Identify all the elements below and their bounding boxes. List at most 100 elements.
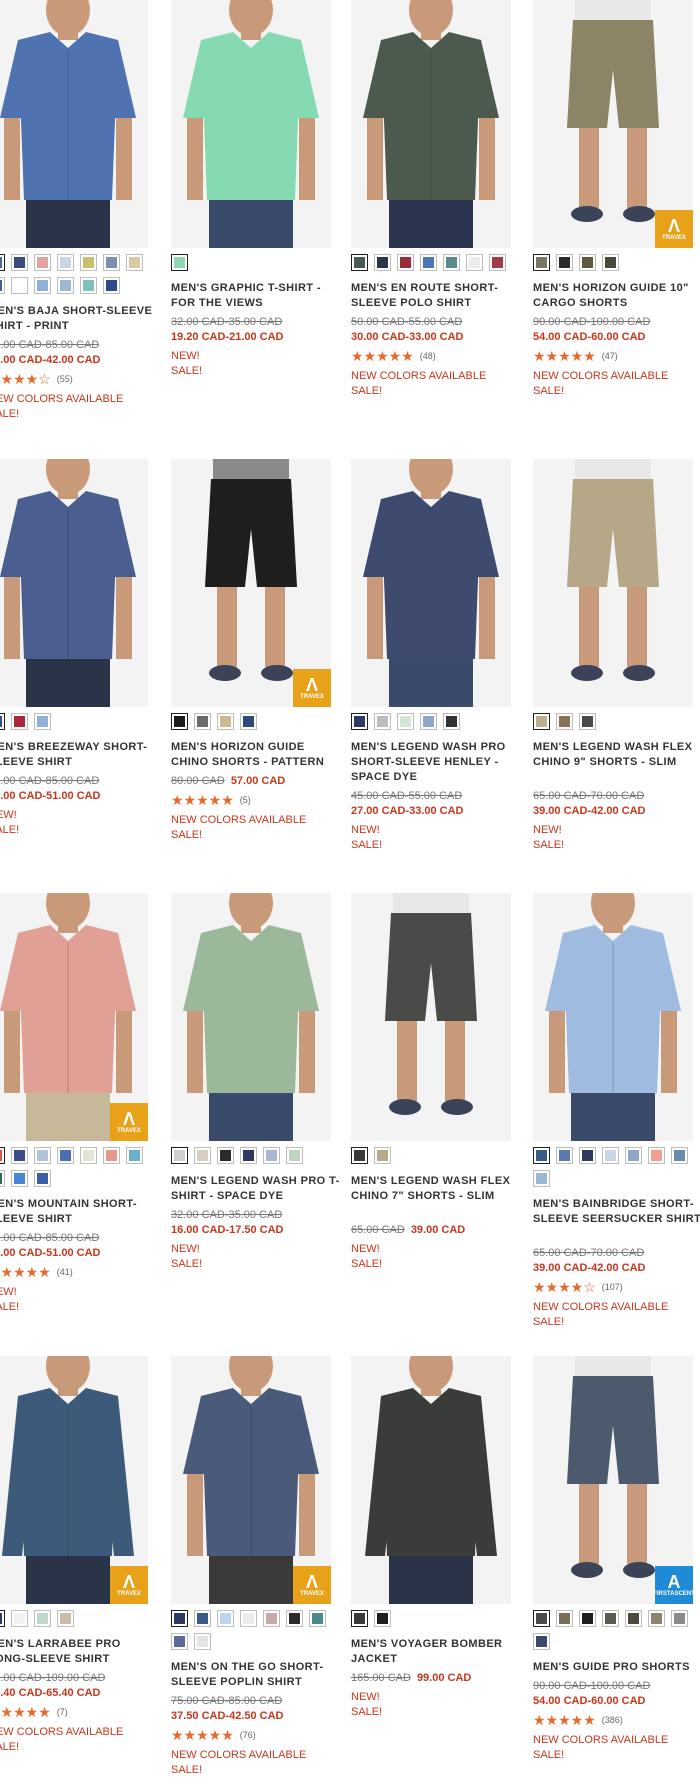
product-title[interactable]: MEN'S GRAPHIC T-SHIRT - FOR THE VIEWS — [171, 281, 343, 311]
color-swatch[interactable] — [556, 1147, 573, 1164]
product-rating[interactable]: ★★★★★ (5) — [171, 793, 251, 807]
color-swatch[interactable] — [34, 254, 51, 271]
product-title[interactable]: MEN'S VOYAGER BOMBER JACKET — [351, 1637, 523, 1667]
color-swatch[interactable] — [263, 1610, 280, 1627]
color-swatch[interactable] — [533, 1147, 550, 1164]
product-title[interactable]: MEN'S HORIZON GUIDE 10" CARGO SHORTS — [533, 281, 700, 311]
color-swatch[interactable] — [171, 713, 188, 730]
color-swatch[interactable] — [579, 713, 596, 730]
color-swatch[interactable] — [602, 254, 619, 271]
product-title[interactable]: MEN'S HORIZON GUIDE CHINO SHORTS - PATTE… — [171, 740, 343, 770]
color-swatch[interactable] — [194, 1633, 211, 1650]
product-title[interactable]: MEN'S LEGEND WASH FLEX CHINO 7" SHORTS -… — [351, 1174, 523, 1204]
product-image[interactable] — [351, 459, 511, 707]
product-rating[interactable]: ★★★★★ (386) — [533, 1713, 623, 1727]
color-swatch[interactable] — [11, 277, 28, 294]
product-image[interactable] — [351, 893, 511, 1141]
color-swatch[interactable] — [648, 1147, 665, 1164]
color-swatch[interactable] — [171, 1147, 188, 1164]
color-swatch[interactable] — [57, 1147, 74, 1164]
color-swatch[interactable] — [602, 1610, 619, 1627]
color-swatch[interactable] — [443, 254, 460, 271]
color-swatch[interactable] — [351, 254, 368, 271]
color-swatch[interactable] — [0, 1147, 5, 1164]
color-swatch[interactable] — [57, 1610, 74, 1627]
color-swatch[interactable] — [217, 713, 234, 730]
color-swatch[interactable] — [80, 1147, 97, 1164]
color-swatch[interactable] — [171, 1610, 188, 1627]
product-rating[interactable]: ★★★★☆ (55) — [0, 372, 73, 386]
color-swatch[interactable] — [0, 1170, 5, 1187]
color-swatch[interactable] — [397, 254, 414, 271]
color-swatch[interactable] — [648, 1610, 665, 1627]
product-title[interactable]: MEN'S LARRABEE PRO LONG-SLEEVE SHIRT — [0, 1637, 160, 1667]
product-image[interactable] — [0, 0, 148, 248]
product-title[interactable]: MEN'S BREEZEWAY SHORT-SLEEVE SHIRT — [0, 740, 160, 770]
color-swatch[interactable] — [351, 1610, 368, 1627]
color-swatch[interactable] — [34, 1170, 51, 1187]
color-swatch[interactable] — [0, 254, 5, 271]
color-swatch[interactable] — [533, 1610, 550, 1627]
color-swatch[interactable] — [217, 1610, 234, 1627]
product-image[interactable]: Ʌ TRAVEX — [0, 893, 148, 1141]
product-image[interactable]: Ʌ TRAVEX — [171, 459, 331, 707]
color-swatch[interactable] — [80, 277, 97, 294]
product-image[interactable] — [171, 893, 331, 1141]
product-rating[interactable]: ★★★★★ (48) — [351, 349, 436, 363]
color-swatch[interactable] — [57, 254, 74, 271]
color-swatch[interactable] — [556, 254, 573, 271]
color-swatch[interactable] — [34, 277, 51, 294]
color-swatch[interactable] — [171, 254, 188, 271]
color-swatch[interactable] — [103, 1147, 120, 1164]
product-rating[interactable]: ★★★★★ (47) — [533, 349, 618, 363]
color-swatch[interactable] — [103, 277, 120, 294]
color-swatch[interactable] — [11, 1170, 28, 1187]
product-title[interactable]: MEN'S ON THE GO SHORT-SLEEVE POPLIN SHIR… — [171, 1660, 343, 1690]
product-rating[interactable]: ★★★★★ (76) — [171, 1728, 256, 1742]
color-swatch[interactable] — [533, 254, 550, 271]
product-image[interactable] — [351, 0, 511, 248]
color-swatch[interactable] — [351, 713, 368, 730]
product-title[interactable]: MEN'S LEGEND WASH PRO T-SHIRT - SPACE DY… — [171, 1174, 343, 1204]
color-swatch[interactable] — [171, 1633, 188, 1650]
product-rating[interactable]: ★★★★☆ (107) — [533, 1280, 623, 1294]
product-title[interactable]: MEN'S GUIDE PRO SHORTS — [533, 1660, 700, 1675]
color-swatch[interactable] — [625, 1610, 642, 1627]
color-swatch[interactable] — [34, 713, 51, 730]
color-swatch[interactable] — [194, 1147, 211, 1164]
color-swatch[interactable] — [443, 713, 460, 730]
color-swatch[interactable] — [625, 1147, 642, 1164]
product-image[interactable] — [0, 459, 148, 707]
color-swatch[interactable] — [240, 713, 257, 730]
product-image[interactable]: A FIRSTASCENT — [533, 1356, 693, 1604]
color-swatch[interactable] — [602, 1147, 619, 1164]
color-swatch[interactable] — [556, 713, 573, 730]
color-swatch[interactable] — [420, 254, 437, 271]
product-title[interactable]: MEN'S BAINBRIDGE SHORT-SLEEVE SEERSUCKER… — [533, 1197, 700, 1227]
color-swatch[interactable] — [0, 277, 5, 294]
color-swatch[interactable] — [11, 1610, 28, 1627]
product-title[interactable]: MEN'S BAJA SHORT-SLEEVE SHIRT - PRINT — [0, 304, 160, 334]
color-swatch[interactable] — [374, 254, 391, 271]
color-swatch[interactable] — [489, 254, 506, 271]
product-title[interactable]: MEN'S EN ROUTE SHORT-SLEEVE POLO SHIRT — [351, 281, 523, 311]
color-swatch[interactable] — [286, 1147, 303, 1164]
color-swatch[interactable] — [126, 254, 143, 271]
product-rating[interactable]: ★★★★★ (41) — [0, 1265, 73, 1279]
product-title[interactable]: MEN'S MOUNTAIN SHORT-SLEEVE SHIRT — [0, 1197, 160, 1227]
color-swatch[interactable] — [11, 1147, 28, 1164]
color-swatch[interactable] — [579, 254, 596, 271]
product-image[interactable]: Ʌ TRAVEX — [533, 0, 693, 248]
color-swatch[interactable] — [556, 1610, 573, 1627]
color-swatch[interactable] — [194, 1610, 211, 1627]
color-swatch[interactable] — [309, 1610, 326, 1627]
product-image[interactable]: Ʌ TRAVEX — [0, 1356, 148, 1604]
product-title[interactable]: MEN'S LEGEND WASH PRO SHORT-SLEEVE HENLE… — [351, 740, 523, 785]
color-swatch[interactable] — [579, 1147, 596, 1164]
product-image[interactable] — [171, 0, 331, 248]
color-swatch[interactable] — [126, 1147, 143, 1164]
color-swatch[interactable] — [374, 1147, 391, 1164]
color-swatch[interactable] — [240, 1610, 257, 1627]
product-rating[interactable]: ★★★★★ (7) — [0, 1705, 68, 1719]
color-swatch[interactable] — [11, 254, 28, 271]
